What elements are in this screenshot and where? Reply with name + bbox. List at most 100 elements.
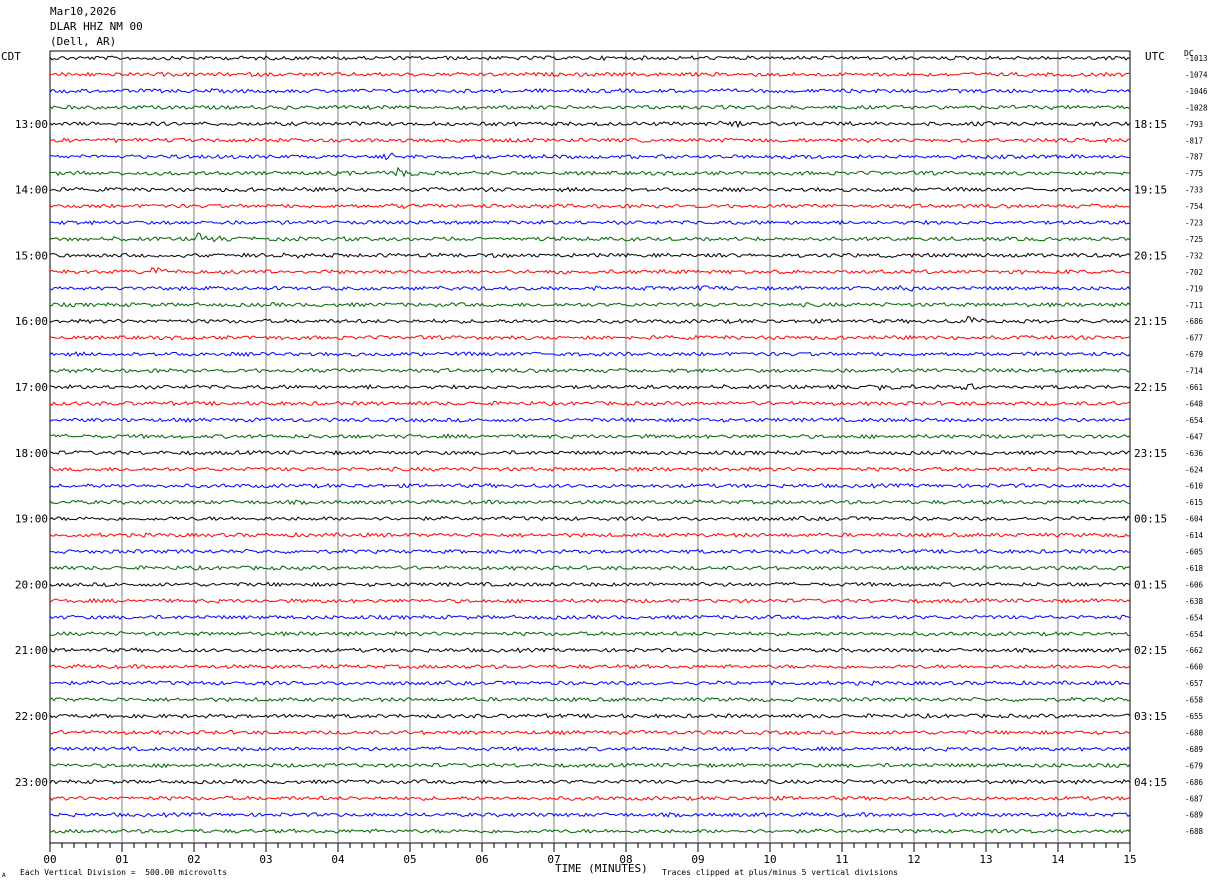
x-tick-label: 12 [907,853,920,866]
trace-line [49,232,1131,243]
trace-line [49,152,1131,161]
dc-offset-label: -604 [1185,515,1204,524]
trace-line [49,55,1131,62]
trace-line [49,433,1131,440]
x-tick-label: 04 [331,853,345,866]
trace-line [49,417,1131,423]
dc-offset-label: -606 [1185,580,1204,589]
trace-line [49,729,1131,736]
x-tick-label: 02 [187,853,200,866]
dc-offset-label: -654 [1185,630,1204,639]
x-tick-label: 15 [1123,853,1136,866]
dc-offset-label: -775 [1185,169,1203,178]
left-hour-label: 22:00 [15,710,48,723]
dc-offset-label: -754 [1185,202,1204,211]
helicorder-plot: 00 01 02 03 04 05 06 07 08 09 10 11 12 13 14 15-1013-10… [15,50,1208,866]
trace-line [49,564,1131,571]
x-tick-label: 14 [1051,853,1065,866]
dc-offset-label: -687 [1185,794,1203,803]
dc-offset-label: -610 [1185,482,1204,491]
dc-offset-label: -662 [1185,646,1203,655]
trace-line [49,811,1131,818]
dc-offset-label: -689 [1185,811,1203,820]
trace-line [49,203,1131,210]
dc-offset-label: -725 [1185,235,1203,244]
trace-layer [49,55,1131,834]
dc-offset-label: -686 [1185,317,1204,326]
trace-line [49,680,1131,686]
dc-offset-label: -618 [1185,564,1204,573]
trace-line [49,712,1131,719]
left-hour-label: 16:00 [15,315,48,328]
right-hour-label: 03:15 [1134,710,1167,723]
trace-line [49,315,1131,325]
x-tick-label: 03 [259,853,272,866]
right-hour-label: 18:15 [1134,118,1167,131]
dc-offset-label: -654 [1185,613,1204,622]
trace-line [49,597,1131,604]
right-hour-label: 00:15 [1134,513,1167,526]
dc-offset-label: -711 [1185,301,1203,310]
left-hour-label: 15:00 [15,249,48,262]
trace-line [49,104,1131,111]
right-hour-label: 04:15 [1134,776,1167,789]
corner-mark: A [2,872,6,879]
right-hour-label: 02:15 [1134,644,1167,657]
dc-offset-label: -1046 [1185,87,1208,96]
trace-line [49,614,1131,621]
dc-offset-label: -793 [1185,120,1203,129]
dc-offset-label: -658 [1185,696,1204,705]
dc-offset-label: -817 [1185,136,1203,145]
dc-offset-label: -732 [1185,251,1203,260]
dc-offset-label: -686 [1185,778,1204,787]
trace-line [49,383,1131,392]
trace-line [49,71,1131,78]
dc-offset-label: -714 [1185,367,1204,376]
left-hour-label: 19:00 [15,513,48,526]
dc-offset-label: -677 [1185,334,1203,343]
x-tick-label: 13 [979,853,992,866]
dc-offset-label: -655 [1185,712,1203,721]
trace-line [49,266,1131,275]
right-hour-label: 21:15 [1134,315,1167,328]
left-hour-label: 21:00 [15,644,48,657]
x-tick-label: 11 [835,853,848,866]
trace-line [49,696,1131,703]
dc-offset-label: -1074 [1185,70,1208,79]
left-hour-label: 18:00 [15,447,48,460]
right-hour-label: 01:15 [1134,578,1167,591]
dc-offset-label: -654 [1185,416,1204,425]
trace-line [49,166,1131,178]
trace-line [49,828,1131,834]
trace-line [49,87,1131,94]
dc-offset-label: -605 [1185,548,1203,557]
dc-offset-label: -660 [1185,663,1204,672]
left-hour-label: 23:00 [15,776,48,789]
clip-note: Traces clipped at plus/minus 5 vertical … [662,868,899,877]
trace-line [49,137,1131,144]
dc-offset-label: -689 [1185,745,1203,754]
trace-line [49,745,1131,752]
x-tick-label: 10 [763,853,776,866]
x-tick-label: 06 [475,853,488,866]
x-tick-label: 01 [115,853,128,866]
trace-line [49,301,1131,308]
dc-offset-label: -679 [1185,350,1203,359]
dc-offset-label: -787 [1185,153,1203,162]
division-note: Each Vertical Division = 500.00 microvol… [20,868,228,877]
right-hour-label: 19:15 [1134,184,1167,197]
plot-frame [49,50,1131,844]
dc-offset-label: -702 [1185,268,1203,277]
trace-line [49,663,1131,670]
left-hour-label: 20:00 [15,578,48,591]
left-hour-label: 17:00 [15,381,48,394]
trace-line [49,531,1131,538]
dc-offset-label: -647 [1185,432,1203,441]
right-hour-label: 23:15 [1134,447,1167,460]
x-axis-title: TIME (MINUTES) [555,862,648,875]
dc-offset-label: -733 [1185,186,1203,195]
dc-offset-label: -638 [1185,597,1204,606]
dc-offset-label: -661 [1185,383,1203,392]
x-tick-label: 09 [691,853,704,866]
trace-line [49,449,1131,456]
